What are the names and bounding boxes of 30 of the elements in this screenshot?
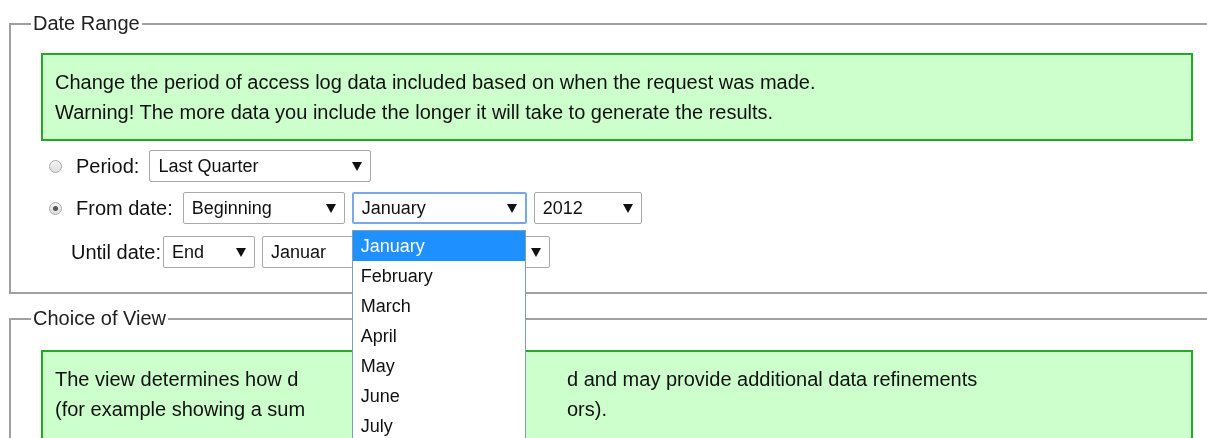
info-text: The view determines how d <box>55 367 299 392</box>
dropdown-arrow-icon <box>531 247 542 257</box>
dropdown-option[interactable]: June <box>352 381 525 411</box>
dropdown-option[interactable]: March <box>352 291 525 321</box>
section-legend: Choice of View <box>31 307 169 330</box>
end-select[interactable]: End <box>163 236 256 268</box>
start-select[interactable]: Beginning <box>182 192 345 224</box>
info-text: (for example showing a sum <box>55 397 306 422</box>
dropdown-arrow-icon <box>325 203 336 213</box>
radio-button[interactable] <box>49 159 62 173</box>
info-text: d and may provide additional data refinements <box>567 367 978 392</box>
radio-button[interactable] <box>49 201 62 215</box>
dropdown-option[interactable]: May <box>352 351 525 381</box>
dropdown-option[interactable]: July <box>352 411 525 438</box>
dropdown-option[interactable]: April <box>352 321 525 351</box>
dropdown-arrow-icon <box>236 247 247 257</box>
field-label: From date: <box>76 196 173 220</box>
year-select[interactable]: 2012 <box>533 192 642 224</box>
dropdown-arrow-icon <box>352 161 363 171</box>
field-label: Until date: <box>71 240 162 264</box>
dropdown-arrow-icon <box>622 203 633 213</box>
period-select[interactable]: Last Quarter <box>149 150 372 182</box>
month-select[interactable]: January <box>351 192 527 224</box>
section-legend: Date Range <box>31 12 142 35</box>
field-label: Period: <box>76 154 140 178</box>
info-text: Change the period of access log data included based on when the request was made. <box>55 70 817 95</box>
info-text: Warning! The more data you include the longer it will take to generate the results. <box>55 100 775 125</box>
info-text: ors). <box>567 397 607 422</box>
dropdown-option[interactable]: February <box>352 261 525 291</box>
dropdown-arrow-icon <box>506 203 517 213</box>
